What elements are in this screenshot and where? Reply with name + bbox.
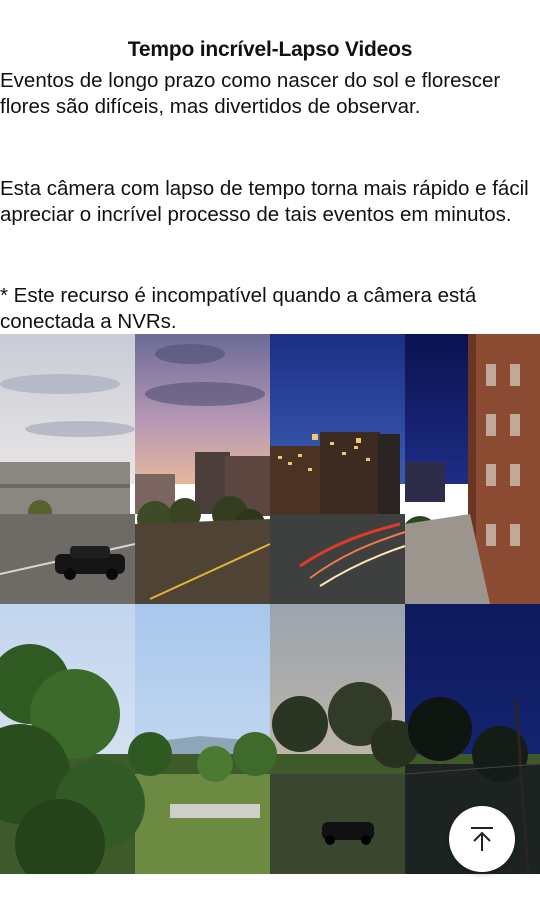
section-title: Tempo incrível-Lapso Videos (127, 38, 413, 61)
description-paragraph: Esta câmera com lapso de tempo torna mai… (0, 177, 529, 226)
city-timelapse-image (0, 334, 540, 604)
compatibility-note: * Este recurso é incompatível quando a c… (0, 284, 477, 333)
arrow-up-icon (471, 827, 493, 851)
bottom-spacer (0, 874, 540, 914)
intro-paragraph: Eventos de longo prazo como nascer do so… (0, 69, 501, 118)
scroll-to-top-button[interactable] (449, 806, 515, 872)
page: Tempo incrível-Lapso Videos Eventos de l… (0, 0, 540, 914)
